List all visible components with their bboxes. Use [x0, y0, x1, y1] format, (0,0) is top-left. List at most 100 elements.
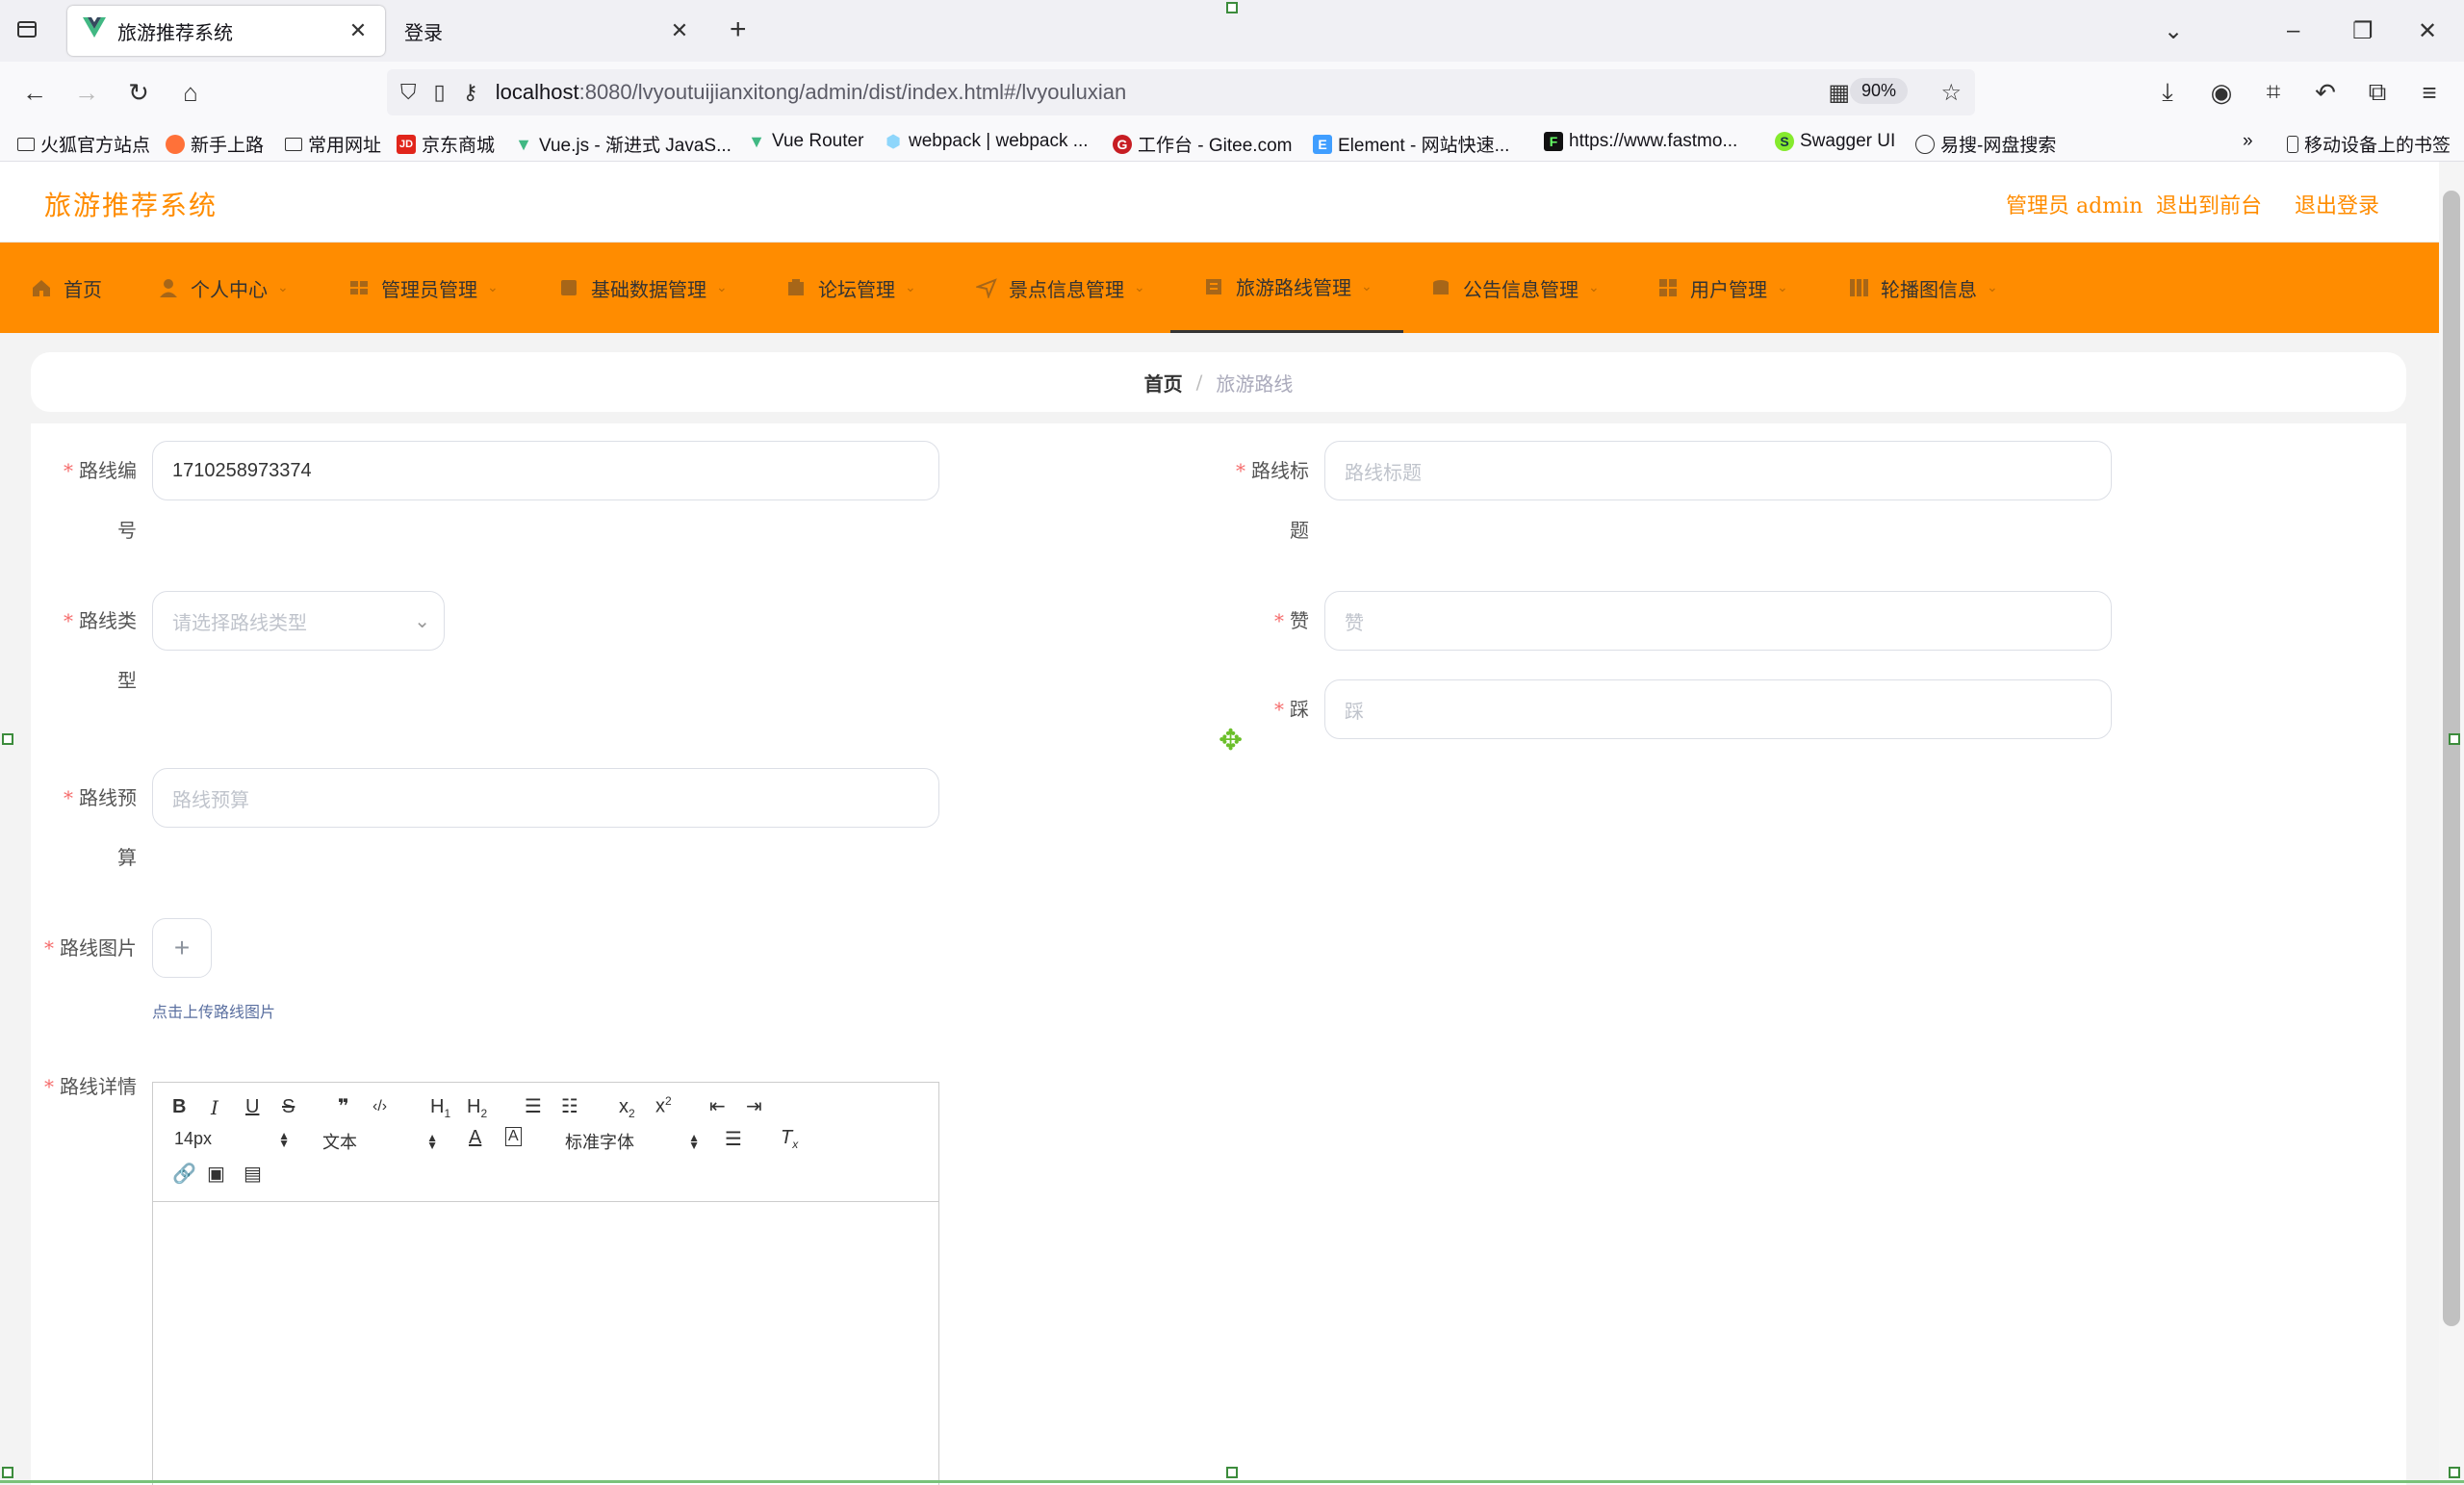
bookmark-star-icon[interactable]: ☆ [1940, 79, 1962, 107]
bookmark-item[interactable]: 新手上路 [166, 131, 264, 157]
back-to-frontend-link[interactable]: 退出到前台 [2156, 189, 2262, 219]
route-type-placeholder: 请选择路线类型 [172, 612, 307, 634]
select-arrows-icon: ▲ ▼ [278, 1128, 290, 1150]
image-upload-button[interactable]: + [152, 918, 212, 978]
back-icon[interactable]: ← [17, 75, 52, 110]
bookmark-item[interactable]: S Swagger UI [1775, 131, 1895, 152]
budget-input[interactable]: 路线预算 [152, 768, 939, 828]
menu-item-users[interactable]: 用户管理 ⌄ [1657, 243, 1788, 333]
tab-overflow-chevron-icon[interactable]: ⌄ [2164, 17, 2183, 45]
outdent-icon[interactable]: ⇤ [709, 1094, 726, 1118]
extensions-icon[interactable]: ⧉ [2360, 75, 2395, 110]
strikethrough-icon[interactable]: S [282, 1096, 295, 1118]
subscript-icon[interactable]: x2 [619, 1096, 635, 1120]
shield-icon[interactable]: ⛉ [400, 80, 417, 105]
indent-icon[interactable]: ⇥ [746, 1094, 762, 1118]
blockquote-icon[interactable]: ❞ [338, 1094, 349, 1118]
menu-item-home[interactable]: 首页 [31, 243, 102, 333]
font-color-icon[interactable]: A [469, 1127, 481, 1149]
font-family-select[interactable]: 标准字体 ▲ ▼ [565, 1129, 700, 1154]
rich-text-editor[interactable]: B I U S ❞ ‹/› H1 H2 ☰ ☷ x2 x2 ⇤ ⇥ 14px ▲… [152, 1082, 939, 1485]
new-tab-icon[interactable]: + [730, 13, 747, 46]
home-icon[interactable]: ⌂ [173, 75, 208, 110]
scrollbar-thumb[interactable] [2443, 191, 2460, 1326]
screenshot-icon[interactable]: ⌗ [2256, 75, 2291, 110]
bookmark-item[interactable]: E Element - 网站快速... [1313, 131, 1509, 157]
bookmark-item[interactable]: 火狐官方站点 [17, 131, 150, 157]
reload-icon[interactable]: ↻ [121, 75, 156, 110]
ordered-list-icon[interactable]: ☰ [525, 1094, 542, 1118]
selection-handle[interactable] [2, 733, 13, 745]
close-window-icon[interactable]: ✕ [2418, 17, 2437, 45]
menu-item-basic-data[interactable]: 基础数据管理 ⌄ [558, 243, 728, 333]
heading-2-icon[interactable]: H2 [467, 1096, 487, 1120]
account-icon[interactable]: ◉ [2204, 75, 2239, 110]
browser-tab-login[interactable]: 登录 ✕ [389, 6, 706, 56]
bold-icon[interactable]: B [172, 1096, 186, 1118]
zoom-level[interactable]: 90% [1849, 78, 1908, 104]
bookmark-item[interactable]: ⬢ webpack | webpack ... [884, 131, 1088, 152]
restore-window-icon[interactable]: ❐ [2352, 17, 2374, 45]
menu-item-scenic-spot[interactable]: 景点信息管理 ⌄ [976, 243, 1145, 333]
link-icon[interactable]: 🔗 [172, 1162, 196, 1186]
browser-tab-active[interactable]: 旅游推荐系统 ✕ [67, 6, 385, 56]
like-input[interactable]: 赞 [1324, 591, 2112, 651]
superscript-icon[interactable]: x2 [655, 1094, 672, 1118]
route-type-select[interactable]: 请选择路线类型 ⌄ [152, 591, 445, 651]
bullet-list-icon[interactable]: ☷ [561, 1094, 578, 1118]
bookmark-item[interactable]: Fhttps://www.fastmo... [1544, 131, 1737, 152]
menu-item-carousel[interactable]: 轮播图信息 ⌄ [1848, 243, 1998, 333]
menu-item-notice[interactable]: 公告信息管理 ⌄ [1430, 243, 1600, 333]
close-tab-icon[interactable]: ✕ [346, 18, 370, 43]
bookmark-item[interactable]: ▼ Vue.js - 渐进式 JavaS... [514, 131, 732, 157]
bookmark-item[interactable]: G 工作台 - Gitee.com [1113, 131, 1292, 157]
menu-item-personal-center[interactable]: 个人中心 ⌄ [158, 243, 289, 333]
close-tab-icon[interactable]: ✕ [668, 18, 691, 43]
clear-format-icon[interactable]: Tx [781, 1127, 798, 1151]
undo-icon[interactable]: ↶ [2308, 75, 2343, 110]
video-icon[interactable]: ▤ [244, 1162, 262, 1186]
bookmark-item[interactable]: 易搜-网盘搜索 [1915, 131, 2056, 157]
forward-icon[interactable]: → [69, 75, 104, 110]
selection-handle[interactable] [2, 1467, 13, 1478]
qr-code-icon[interactable]: ▦ [1828, 79, 1850, 107]
selection-handle[interactable] [1226, 1467, 1238, 1478]
permissions-icon[interactable]: ⚷ [463, 80, 478, 105]
breadcrumb-home[interactable]: 首页 [1144, 369, 1183, 397]
menu-item-route-management[interactable]: 旅游路线管理 ⌄ [1170, 243, 1403, 333]
align-icon[interactable]: ☰ [725, 1127, 742, 1151]
page-scrollbar[interactable] [2439, 162, 2464, 1485]
minimize-window-icon[interactable]: – [2287, 17, 2299, 44]
mobile-bookmarks[interactable]: 移动设备上的书签 [2287, 131, 2451, 157]
page-icon[interactable]: ▯ [434, 80, 446, 105]
heading-select[interactable]: 文本 ▲ ▼ [322, 1129, 438, 1154]
background-color-icon[interactable]: A [505, 1127, 522, 1146]
logout-link[interactable]: 退出登录 [2295, 189, 2379, 219]
bookmark-item[interactable]: ▼ Vue Router [747, 131, 863, 152]
tab-list-icon[interactable] [15, 17, 38, 47]
menu-item-admin-management[interactable]: 管理员管理 ⌄ [348, 243, 499, 333]
chevron-down-icon: ⌄ [1361, 278, 1373, 294]
route-no-input[interactable]: 1710258973374 [152, 441, 939, 500]
heading-1-icon[interactable]: H1 [430, 1096, 450, 1120]
bookmark-item[interactable]: JD 京东商城 [397, 131, 495, 157]
app-menu-icon[interactable]: ≡ [2412, 75, 2447, 110]
code-icon[interactable]: ‹/› [372, 1098, 387, 1115]
downloads-icon[interactable]: ⤓ [2150, 75, 2185, 110]
editor-content-area[interactable] [153, 1202, 938, 1485]
image-icon[interactable]: ▣ [207, 1162, 225, 1186]
menu-item-forum[interactable]: 论坛管理 ⌄ [785, 243, 916, 333]
selection-handle[interactable] [2449, 733, 2460, 745]
dislike-input[interactable]: 踩 [1324, 679, 2112, 739]
underline-icon[interactable]: U [245, 1096, 259, 1118]
italic-icon[interactable]: I [211, 1096, 218, 1119]
bookmark-item[interactable]: 常用网址 [285, 131, 381, 157]
font-size-select[interactable]: 14px ▲ ▼ [174, 1129, 290, 1149]
selection-handle[interactable] [1226, 2, 1238, 13]
route-title-input[interactable]: 路线标题 [1324, 441, 2112, 500]
route-title-label-cont: 题 [1290, 519, 1309, 542]
url-bar[interactable]: ⛉ ▯ ⚷ localhost :8080/lvyoutuijianxitong… [387, 69, 1975, 115]
selection-handle[interactable] [2449, 1467, 2460, 1478]
bookmarks-overflow-icon[interactable]: » [2243, 131, 2253, 152]
current-user-link[interactable]: 管理员 admin [2006, 189, 2143, 219]
